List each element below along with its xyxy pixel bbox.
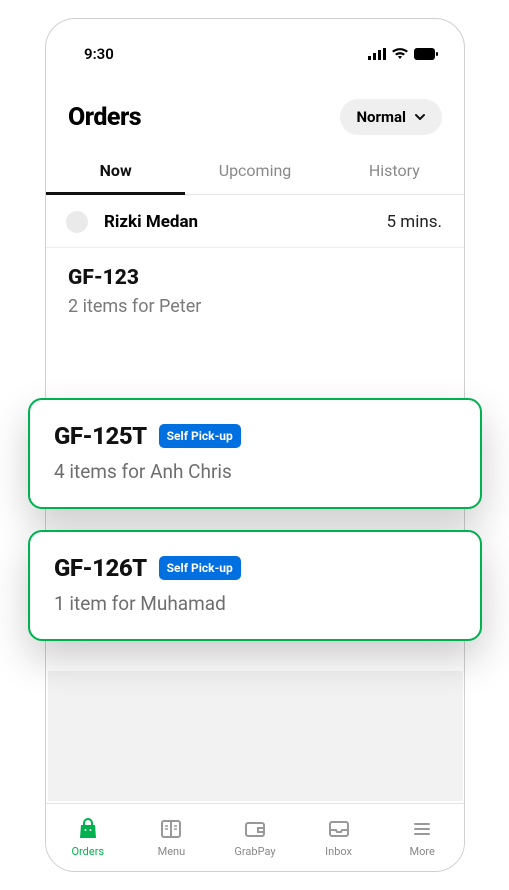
nav-inbox[interactable]: Inbox — [297, 804, 381, 871]
status-bar: 9:30 — [46, 19, 464, 75]
order-id: GF-123 — [68, 266, 442, 290]
avatar — [66, 211, 88, 233]
order-id: GF-125T — [54, 422, 147, 450]
order-summary: 2 items for Peter — [68, 296, 442, 317]
battery-icon — [414, 48, 438, 60]
order-card[interactable]: GF-123 2 items for Peter — [46, 248, 464, 337]
page-title: Orders — [68, 103, 141, 132]
order-summary: 4 items for Anh Chris — [54, 460, 456, 483]
pickup-badge: Self Pick-up — [159, 556, 241, 580]
bottom-nav: Orders Menu GrabPay Inbox More — [46, 803, 464, 871]
order-card-highlighted[interactable]: GF-126T Self Pick-up 1 item for Muhamad — [28, 530, 482, 641]
order-id: GF-126T — [54, 554, 147, 582]
bag-icon — [76, 817, 100, 841]
pickup-badge: Self Pick-up — [159, 424, 241, 448]
nav-label: Orders — [71, 845, 104, 858]
wallet-icon — [243, 817, 267, 841]
signal-icon — [368, 48, 386, 60]
nav-label: Inbox — [325, 845, 352, 858]
nav-more[interactable]: More — [380, 804, 464, 871]
order-summary: 1 item for Muhamad — [54, 592, 456, 615]
nav-label: GrabPay — [234, 845, 275, 858]
filter-label: Normal — [356, 108, 406, 126]
tabs: Now Upcoming History — [46, 145, 464, 195]
header: Orders Normal — [46, 75, 464, 145]
nav-label: Menu — [158, 845, 186, 858]
wifi-icon — [392, 48, 408, 60]
inbox-icon — [327, 817, 351, 841]
more-icon — [410, 817, 434, 841]
tab-indicator — [46, 192, 185, 195]
order-card-highlighted[interactable]: GF-125T Self Pick-up 4 items for Anh Chr… — [28, 398, 482, 509]
chevron-down-icon — [414, 111, 426, 123]
tab-history[interactable]: History — [325, 145, 464, 194]
nav-menu[interactable]: Menu — [130, 804, 214, 871]
status-time: 9:30 — [84, 45, 114, 63]
nav-label: More — [410, 845, 435, 858]
tab-now[interactable]: Now — [46, 145, 185, 194]
driver-eta: 5 mins. — [387, 212, 442, 232]
menu-book-icon — [159, 817, 183, 841]
driver-row[interactable]: Rizki Medan 5 mins. — [46, 195, 464, 248]
empty-area — [48, 671, 463, 801]
nav-orders[interactable]: Orders — [46, 804, 130, 871]
status-icons — [368, 48, 438, 60]
filter-pill[interactable]: Normal — [340, 99, 442, 135]
nav-grabpay[interactable]: GrabPay — [213, 804, 297, 871]
tab-upcoming[interactable]: Upcoming — [185, 145, 324, 194]
driver-name: Rizki Medan — [104, 212, 198, 232]
